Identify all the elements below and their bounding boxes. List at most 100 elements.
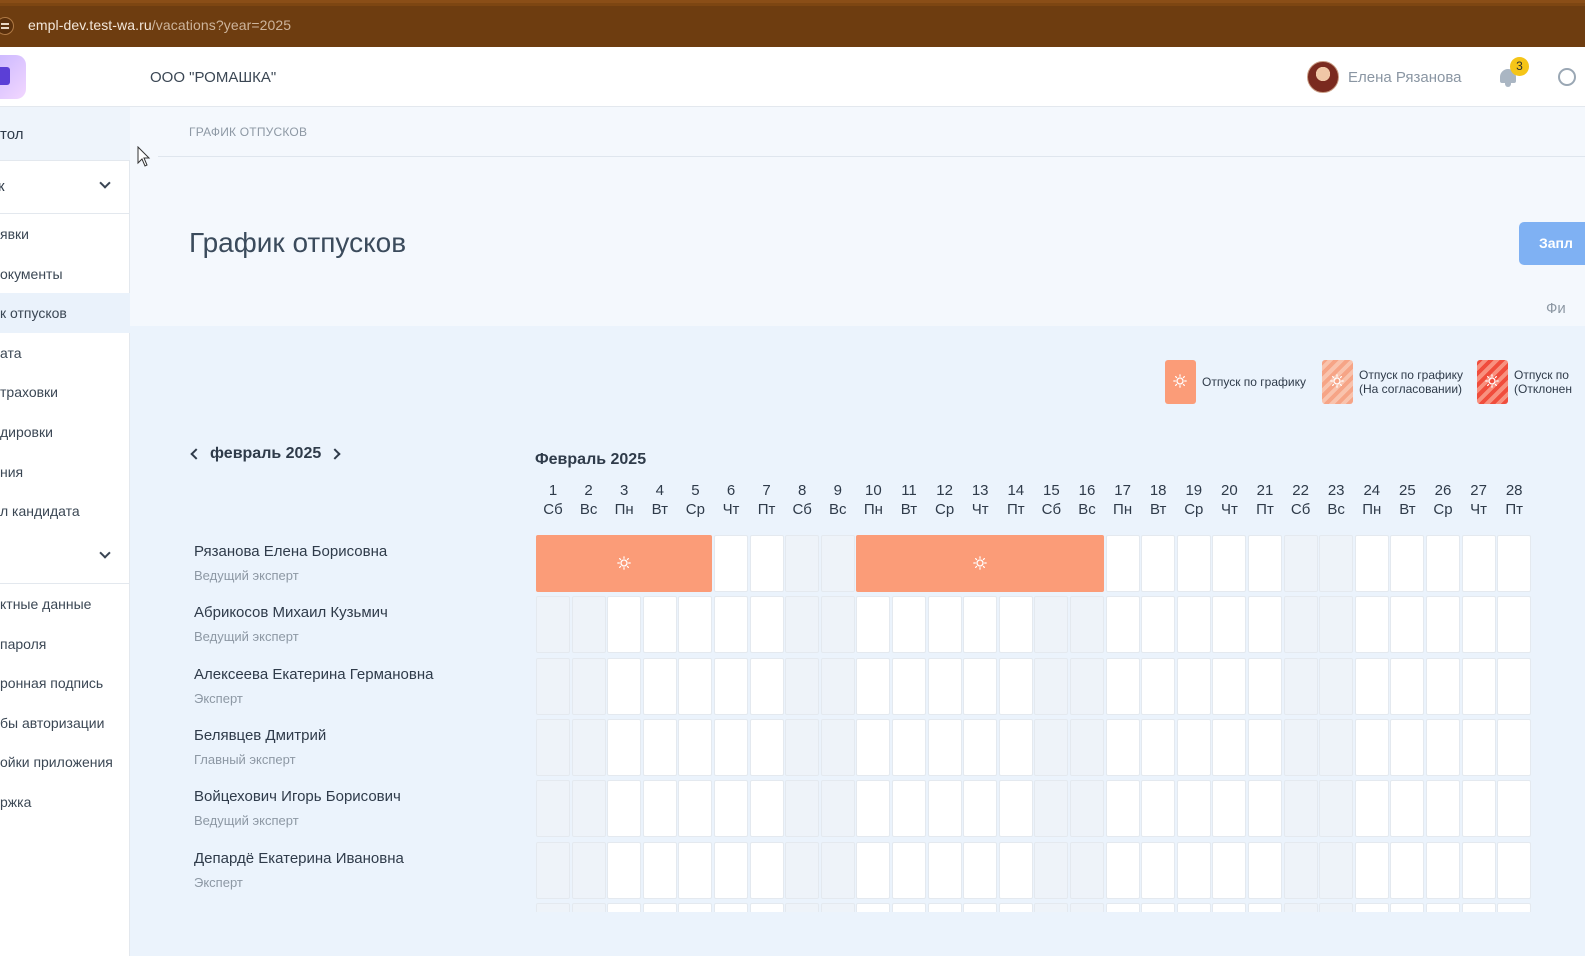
sidebar-item[interactable]: л кандидата [0,491,130,531]
day-cell[interactable] [1283,657,1318,715]
day-cell[interactable] [892,657,926,715]
day-cell[interactable] [571,718,606,776]
day-cell[interactable] [714,657,748,715]
day-cell[interactable] [1461,780,1496,838]
day-cell[interactable] [820,841,855,899]
day-cell[interactable] [714,718,748,776]
sidebar-item[interactable]: ржка [0,782,130,822]
day-cell[interactable] [1390,841,1425,899]
day-cell[interactable] [892,780,926,838]
user-name[interactable]: Елена Рязанова [1348,69,1462,86]
day-cell[interactable] [1176,657,1211,715]
day-cell[interactable] [1141,718,1176,776]
day-cell[interactable] [678,718,713,776]
day-cell[interactable] [1497,535,1532,592]
day-cell[interactable] [998,596,1033,654]
employee-row-label[interactable]: Алексеева Екатерина Германовна Эксперт [194,666,524,706]
day-cell[interactable] [892,902,926,912]
day-cell[interactable] [714,535,748,592]
app-logo[interactable] [0,55,26,99]
filters-link[interactable]: Фи [1546,300,1566,317]
day-cell[interactable] [607,902,642,912]
day-cell[interactable] [1034,657,1069,715]
sidebar-item[interactable]: траховки [0,372,130,412]
avatar[interactable] [1307,61,1339,93]
day-cell[interactable] [1176,535,1211,592]
sidebar-item[interactable]: ктные данные [0,584,130,624]
day-cell[interactable] [998,780,1033,838]
day-cell[interactable] [856,780,891,838]
employee-row-label[interactable]: Белявцев Дмитрий Главный эксперт [194,727,524,767]
day-cell[interactable] [1390,718,1425,776]
day-cell[interactable] [785,596,820,654]
day-cell[interactable] [1176,718,1211,776]
next-month-icon[interactable] [329,448,341,460]
day-cell[interactable] [820,718,855,776]
vacation-bar[interactable] [856,535,1104,592]
sidebar-item[interactable]: дировки [0,412,130,452]
day-cell[interactable] [1497,841,1532,899]
day-cell[interactable] [998,718,1033,776]
day-cell[interactable] [892,841,926,899]
day-cell[interactable] [642,718,677,776]
sidebar-item-desktop[interactable]: тол [0,107,130,161]
day-cell[interactable] [749,657,784,715]
day-cell[interactable] [963,718,998,776]
day-cell[interactable] [1141,657,1176,715]
day-cell[interactable] [1497,780,1532,838]
day-cell[interactable] [1426,596,1460,654]
day-cell[interactable] [856,718,891,776]
day-cell[interactable] [927,657,962,715]
day-cell[interactable] [1176,902,1211,912]
day-cell[interactable] [963,596,998,654]
day-cell[interactable] [1070,657,1104,715]
day-cell[interactable] [536,596,570,654]
day-cell[interactable] [1390,902,1425,912]
sidebar-group-2[interactable] [0,532,130,584]
day-cell[interactable] [1426,780,1460,838]
day-cell[interactable] [1319,535,1354,592]
day-cell[interactable] [1354,718,1389,776]
day-cell[interactable] [749,718,784,776]
plan-vacation-button[interactable]: Запл [1519,222,1585,265]
day-cell[interactable] [1248,718,1282,776]
day-cell[interactable] [963,780,998,838]
day-cell[interactable] [856,657,891,715]
day-cell[interactable] [571,596,606,654]
day-cell[interactable] [1283,780,1318,838]
prev-month-icon[interactable] [190,448,202,460]
day-cell[interactable] [571,657,606,715]
day-cell[interactable] [1426,657,1460,715]
employee-row-label[interactable]: Депардё Екатерина Ивановна Эксперт [194,850,524,890]
breadcrumb[interactable]: ГРАФИК ОТПУСКОВ [189,125,307,139]
day-cell[interactable] [1212,841,1247,899]
day-cell[interactable] [1034,841,1069,899]
day-cell[interactable] [1141,841,1176,899]
day-cell[interactable] [1070,596,1104,654]
day-cell[interactable] [749,780,784,838]
day-cell[interactable] [1497,718,1532,776]
day-cell[interactable] [607,718,642,776]
day-cell[interactable] [1176,780,1211,838]
day-cell[interactable] [1141,780,1176,838]
day-cell[interactable] [785,718,820,776]
day-cell[interactable] [1141,596,1176,654]
day-cell[interactable] [1319,841,1354,899]
day-cell[interactable] [536,718,570,776]
day-cell[interactable] [1426,841,1460,899]
day-cell[interactable] [1461,596,1496,654]
day-cell[interactable] [749,596,784,654]
sidebar-item[interactable]: ата [0,333,130,373]
day-cell[interactable] [749,535,784,592]
day-cell[interactable] [1354,902,1389,912]
sidebar-item[interactable]: ния [0,452,130,492]
day-cell[interactable] [1461,841,1496,899]
day-cell[interactable] [1034,596,1069,654]
day-cell[interactable] [1070,780,1104,838]
day-cell[interactable] [1105,780,1140,838]
day-cell[interactable] [1212,780,1247,838]
day-cell[interactable] [963,657,998,715]
day-cell[interactable] [785,902,820,912]
day-cell[interactable] [1212,902,1247,912]
day-cell[interactable] [1034,718,1069,776]
